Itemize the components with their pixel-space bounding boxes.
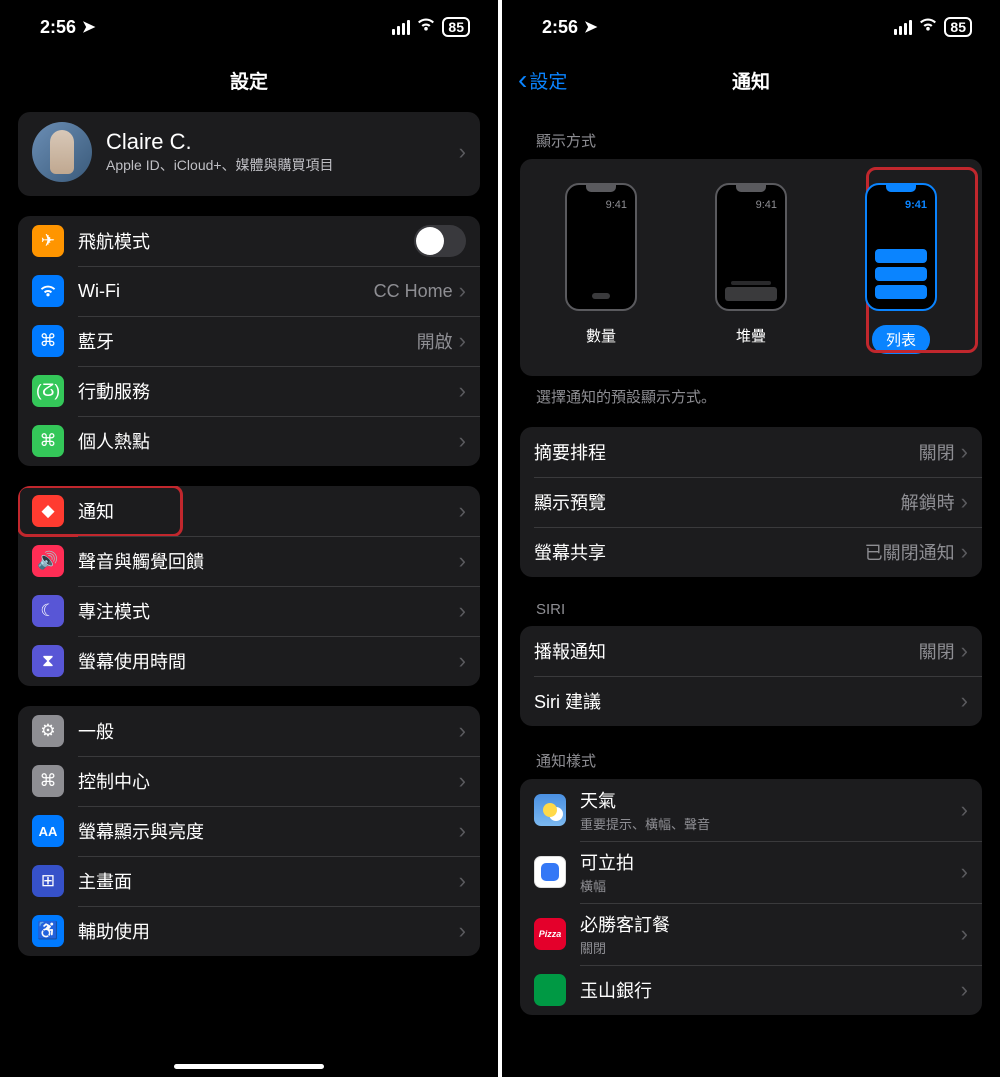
wifi-settings-icon bbox=[32, 275, 64, 307]
home-indicator[interactable] bbox=[174, 1064, 324, 1069]
page-title: 設定 bbox=[230, 67, 268, 94]
chevron-icon: › bbox=[961, 921, 968, 947]
wifi-row[interactable]: Wi-Fi CC Home › bbox=[18, 266, 480, 316]
chevron-icon: › bbox=[459, 648, 466, 674]
weather-app-icon bbox=[534, 794, 566, 826]
accessibility-row[interactable]: ♿ 輔助使用 › bbox=[18, 906, 480, 956]
preview-row[interactable]: 顯示預覽 解鎖時 › bbox=[520, 477, 982, 527]
summary-row[interactable]: 摘要排程 關閉 › bbox=[520, 427, 982, 477]
control-center-row[interactable]: ⌘ 控制中心 › bbox=[18, 756, 480, 806]
profile-sub: Apple ID、iCloud+、媒體與購買項目 bbox=[106, 155, 459, 175]
chevron-icon: › bbox=[459, 768, 466, 794]
display-list-option[interactable]: 9:41 列表 bbox=[865, 183, 937, 354]
back-button[interactable]: ‹ 設定 bbox=[518, 66, 567, 94]
location-icon: ➤ bbox=[584, 17, 597, 37]
chevron-icon: › bbox=[459, 918, 466, 944]
screentime-icon: ⧗ bbox=[32, 645, 64, 677]
cellular-icon bbox=[894, 20, 912, 35]
status-time: 2:56 bbox=[542, 17, 578, 38]
focus-row[interactable]: ☾ 專注模式 › bbox=[18, 586, 480, 636]
nav-bar: ‹ 設定 通知 bbox=[502, 54, 1000, 106]
app-pizza-row[interactable]: Pizza 必勝客訂餐關閉 › bbox=[520, 903, 982, 965]
chevron-icon: › bbox=[459, 278, 466, 304]
chevron-icon: › bbox=[961, 859, 968, 885]
wifi-icon bbox=[918, 17, 938, 37]
chevron-icon: › bbox=[961, 439, 968, 465]
chevron-icon: › bbox=[459, 328, 466, 354]
chevron-icon: › bbox=[961, 977, 968, 1003]
general-icon: ⚙ bbox=[32, 715, 64, 747]
location-icon: ➤ bbox=[82, 17, 95, 37]
chevron-icon: › bbox=[459, 139, 466, 165]
clips-app-icon bbox=[534, 856, 566, 888]
chevron-icon: › bbox=[459, 598, 466, 624]
battery-icon: 85 bbox=[944, 17, 972, 37]
chevron-icon: › bbox=[459, 548, 466, 574]
notifications-row[interactable]: ◆ 通知 › bbox=[18, 486, 480, 536]
accessibility-icon: ♿ bbox=[32, 915, 64, 947]
chevron-icon: › bbox=[459, 818, 466, 844]
display-count-option[interactable]: 9:41 數量 bbox=[565, 183, 637, 354]
control-center-icon: ⌘ bbox=[32, 765, 64, 797]
airplane-toggle[interactable] bbox=[414, 225, 466, 257]
airplane-row[interactable]: ✈ 飛航模式 bbox=[18, 216, 480, 266]
app-clips-row[interactable]: 可立拍橫幅 › bbox=[520, 841, 982, 903]
cellular-icon bbox=[392, 20, 410, 35]
siri-header: SIRI bbox=[536, 601, 978, 618]
bluetooth-row[interactable]: ⌘ 藍牙 開啟 › bbox=[18, 316, 480, 366]
notifications-screen: 2:56 ➤ 85 ‹ 設定 通知 顯示方式 9:41 數量 9:41 堆疊 bbox=[502, 0, 1000, 1077]
pizza-app-icon: Pizza bbox=[534, 918, 566, 950]
display-as-group: 9:41 數量 9:41 堆疊 9:41 列表 bbox=[520, 159, 982, 376]
chevron-icon: › bbox=[961, 797, 968, 823]
display-stack-option[interactable]: 9:41 堆疊 bbox=[715, 183, 787, 354]
chevron-icon: › bbox=[459, 718, 466, 744]
home-icon: ⊞ bbox=[32, 865, 64, 897]
status-bar: 2:56 ➤ 85 bbox=[0, 0, 498, 54]
display-caption: 選擇通知的預設顯示方式。 bbox=[536, 386, 978, 407]
status-bar: 2:56 ➤ 85 bbox=[502, 0, 1000, 54]
chevron-icon: › bbox=[961, 638, 968, 664]
screen-share-row[interactable]: 螢幕共享 已關閉通知 › bbox=[520, 527, 982, 577]
focus-icon: ☾ bbox=[32, 595, 64, 627]
announce-row[interactable]: 播報通知 關閉 › bbox=[520, 626, 982, 676]
avatar bbox=[32, 122, 92, 182]
display-row[interactable]: AA 螢幕顯示與亮度 › bbox=[18, 806, 480, 856]
status-time: 2:56 bbox=[40, 17, 76, 38]
cellular-row[interactable]: (ⵒ) 行動服務 › bbox=[18, 366, 480, 416]
chevron-icon: › bbox=[961, 539, 968, 565]
page-title: 通知 bbox=[732, 67, 770, 94]
settings-screen: 2:56 ➤ 85 設定 Claire C. Apple ID、iCloud+、… bbox=[0, 0, 498, 1077]
cellular-settings-icon: (ⵒ) bbox=[32, 375, 64, 407]
chevron-left-icon: ‹ bbox=[518, 66, 527, 94]
bluetooth-icon: ⌘ bbox=[32, 325, 64, 357]
profile-name: Claire C. bbox=[106, 129, 459, 155]
chevron-icon: › bbox=[961, 489, 968, 515]
screentime-row[interactable]: ⧗ 螢幕使用時間 › bbox=[18, 636, 480, 686]
hotspot-row[interactable]: ⌘ 個人熱點 › bbox=[18, 416, 480, 466]
display-icon: AA bbox=[32, 815, 64, 847]
style-header: 通知樣式 bbox=[536, 750, 978, 771]
sounds-icon: 🔊 bbox=[32, 545, 64, 577]
home-screen-row[interactable]: ⊞ 主畫面 › bbox=[18, 856, 480, 906]
display-as-header: 顯示方式 bbox=[536, 130, 978, 151]
notifications-icon: ◆ bbox=[32, 495, 64, 527]
battery-icon: 85 bbox=[442, 17, 470, 37]
siri-suggest-row[interactable]: Siri 建議 › bbox=[520, 676, 982, 726]
wifi-icon bbox=[416, 17, 436, 37]
chevron-icon: › bbox=[459, 428, 466, 454]
app-weather-row[interactable]: 天氣重要提示、橫幅、聲音 › bbox=[520, 779, 982, 841]
nav-bar: 設定 bbox=[0, 54, 498, 106]
general-row[interactable]: ⚙ 一般 › bbox=[18, 706, 480, 756]
app-esun-row[interactable]: 玉山銀行 › bbox=[520, 965, 982, 1015]
profile-row[interactable]: Claire C. Apple ID、iCloud+、媒體與購買項目 › bbox=[18, 112, 480, 196]
sounds-row[interactable]: 🔊 聲音與觸覺回饋 › bbox=[18, 536, 480, 586]
chevron-icon: › bbox=[459, 378, 466, 404]
hotspot-icon: ⌘ bbox=[32, 425, 64, 457]
chevron-icon: › bbox=[459, 498, 466, 524]
chevron-icon: › bbox=[459, 868, 466, 894]
airplane-icon: ✈ bbox=[32, 225, 64, 257]
chevron-icon: › bbox=[961, 688, 968, 714]
esun-app-icon bbox=[534, 974, 566, 1006]
